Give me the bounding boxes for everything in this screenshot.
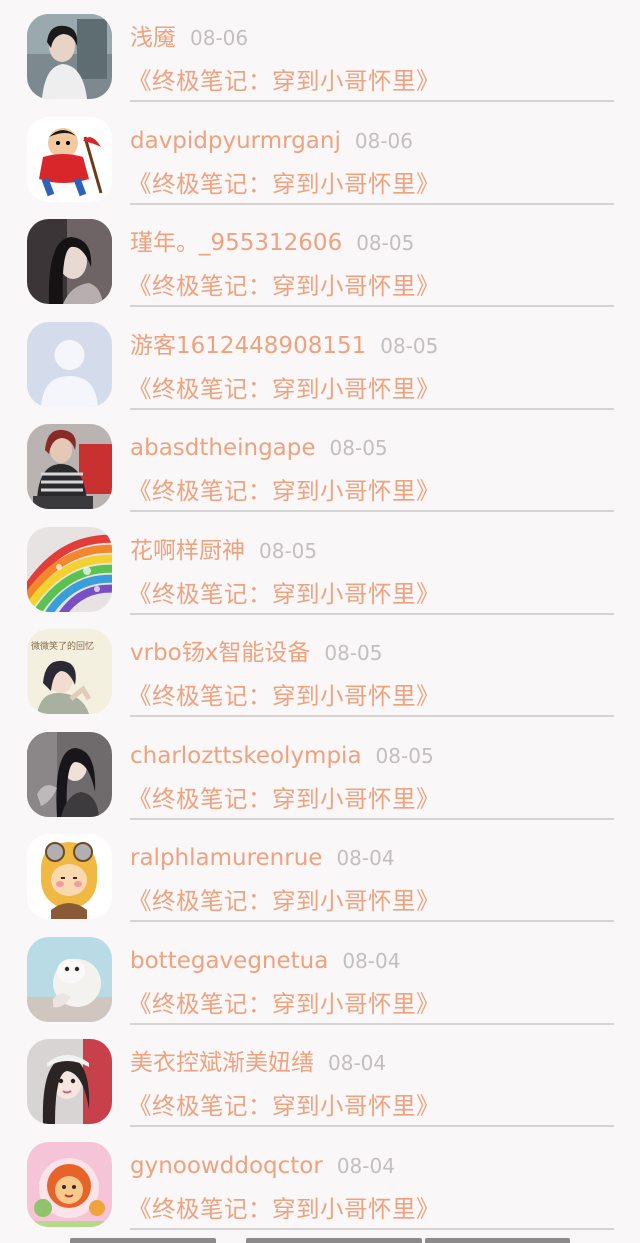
list-item[interactable]: davpidpyurmrganj 08-06 《终极笔记：穿到小哥怀里》 [0, 103, 640, 206]
divider [130, 1227, 614, 1230]
avatar[interactable]: 微微笑了的回忆 [27, 629, 112, 714]
user-name[interactable]: ralphlamurenrue [130, 845, 322, 871]
book-title[interactable]: 《终极笔记：穿到小哥怀里》 [128, 986, 440, 1022]
book-title[interactable]: 《终极笔记：穿到小哥怀里》 [128, 883, 440, 919]
name-line: gynoowddoqctor 08-04 [130, 1149, 395, 1183]
list-item[interactable]: ralphlamurenrue 08-04 《终极笔记：穿到小哥怀里》 [0, 820, 640, 923]
list-item[interactable]: 微微笑了的回忆 vrbo钖x智能设备 08-05 《终极笔记：穿到小哥怀里》 [0, 615, 640, 718]
book-title[interactable]: 《终极笔记：穿到小哥怀里》 [128, 781, 440, 817]
date-label: 08-06 [190, 26, 249, 50]
name-line: abasdtheingape 08-05 [130, 431, 388, 465]
avatar[interactable] [27, 936, 112, 1022]
book-title[interactable]: 《终极笔记：穿到小哥怀里》 [128, 473, 440, 509]
user-name[interactable]: gynoowddoqctor [130, 1153, 323, 1179]
date-label: 08-04 [342, 948, 401, 973]
book-title[interactable]: 《终极笔记：穿到小哥怀里》 [128, 678, 440, 714]
book-title[interactable]: 《终极笔记：穿到小哥怀里》 [128, 576, 440, 612]
avatar[interactable] [27, 1141, 112, 1227]
date-label: 08-05 [375, 743, 434, 768]
avatar[interactable] [27, 219, 112, 304]
list-item[interactable]: abasdtheingape 08-05 《终极笔记：穿到小哥怀里》 [0, 410, 640, 513]
avatar[interactable] [27, 116, 112, 202]
date-label: 08-05 [329, 436, 388, 460]
name-line: ralphlamurenrue 08-04 [130, 841, 395, 875]
list-item[interactable]: 花啊样厨神 08-05 《终极笔记：穿到小哥怀里》 [0, 513, 640, 616]
tab-edge[interactable] [425, 1238, 570, 1243]
list-item[interactable]: gynoowddoqctor 08-04 《终极笔记：穿到小哥怀里》 [0, 1128, 640, 1231]
avatar[interactable] [27, 526, 112, 612]
user-name[interactable]: davpidpyurmrganj [130, 128, 341, 154]
list-item[interactable]: 游客1612448908151 08-05 《终极笔记：穿到小哥怀里》 [0, 308, 640, 411]
list-item[interactable]: 浅魇 08-06 《终极笔记：穿到小哥怀里》 [0, 0, 640, 103]
name-line: davpidpyurmrganj 08-06 [130, 124, 413, 158]
user-name[interactable]: abasdtheingape [130, 435, 316, 461]
name-line: charlozttskeolympia 08-05 [130, 739, 434, 773]
name-line: 瑾年。_955312606 08-05 [130, 226, 414, 260]
book-title[interactable]: 《终极笔记：穿到小哥怀里》 [128, 63, 440, 99]
user-name[interactable]: 美衣控斌渐美妞缮 [130, 1050, 314, 1076]
bottom-tab-bar [0, 1238, 640, 1243]
name-line: vrbo钖x智能设备 08-05 [130, 636, 382, 670]
book-title[interactable]: 《终极笔记：穿到小哥怀里》 [128, 268, 440, 304]
avatar-text: 微微笑了的回忆 [31, 640, 94, 652]
date-label: 08-05 [324, 641, 383, 665]
user-name[interactable]: vrbo钖x智能设备 [130, 640, 310, 666]
date-label: 08-05 [259, 538, 318, 563]
avatar[interactable] [27, 424, 112, 509]
user-name[interactable]: charlozttskeolympia [130, 743, 362, 769]
avatar[interactable] [27, 834, 112, 919]
user-name[interactable]: 瑾年。_955312606 [130, 230, 342, 256]
date-label: 08-04 [328, 1051, 387, 1075]
date-label: 08-05 [356, 231, 415, 255]
date-label: 08-06 [354, 128, 413, 153]
book-title[interactable]: 《终极笔记：穿到小哥怀里》 [128, 371, 440, 407]
avatar[interactable] [27, 731, 112, 817]
name-line: bottegavegnetua 08-04 [130, 944, 400, 978]
name-line: 美衣控斌渐美妞缮 08-04 [130, 1046, 386, 1080]
list-item[interactable]: charlozttskeolympia 08-05 《终极笔记：穿到小哥怀里》 [0, 718, 640, 821]
book-title[interactable]: 《终极笔记：穿到小哥怀里》 [128, 166, 440, 202]
list-item[interactable]: 美衣控斌渐美妞缮 08-04 《终极笔记：穿到小哥怀里》 [0, 1025, 640, 1128]
avatar[interactable] [27, 14, 112, 99]
user-name[interactable]: 游客1612448908151 [130, 333, 366, 359]
user-name[interactable]: 浅魇 [130, 25, 176, 51]
tab-edge[interactable] [70, 1238, 216, 1243]
list-item[interactable]: 瑾年。_955312606 08-05 《终极笔记：穿到小哥怀里》 [0, 205, 640, 308]
avatar[interactable] [27, 321, 112, 407]
user-name[interactable]: bottegavegnetua [130, 948, 328, 974]
date-label: 08-05 [380, 333, 439, 358]
user-name[interactable]: 花啊样厨神 [130, 538, 245, 564]
date-label: 08-04 [336, 1153, 395, 1178]
avatar[interactable] [27, 1039, 112, 1124]
name-line: 游客1612448908151 08-05 [130, 329, 438, 363]
date-label: 08-04 [336, 846, 395, 870]
list-item[interactable]: bottegavegnetua 08-04 《终极笔记：穿到小哥怀里》 [0, 923, 640, 1026]
tab-edge[interactable] [246, 1238, 422, 1243]
name-line: 浅魇 08-06 [130, 21, 248, 55]
book-title[interactable]: 《终极笔记：穿到小哥怀里》 [128, 1088, 440, 1124]
book-title[interactable]: 《终极笔记：穿到小哥怀里》 [128, 1191, 440, 1227]
name-line: 花啊样厨神 08-05 [130, 534, 317, 568]
